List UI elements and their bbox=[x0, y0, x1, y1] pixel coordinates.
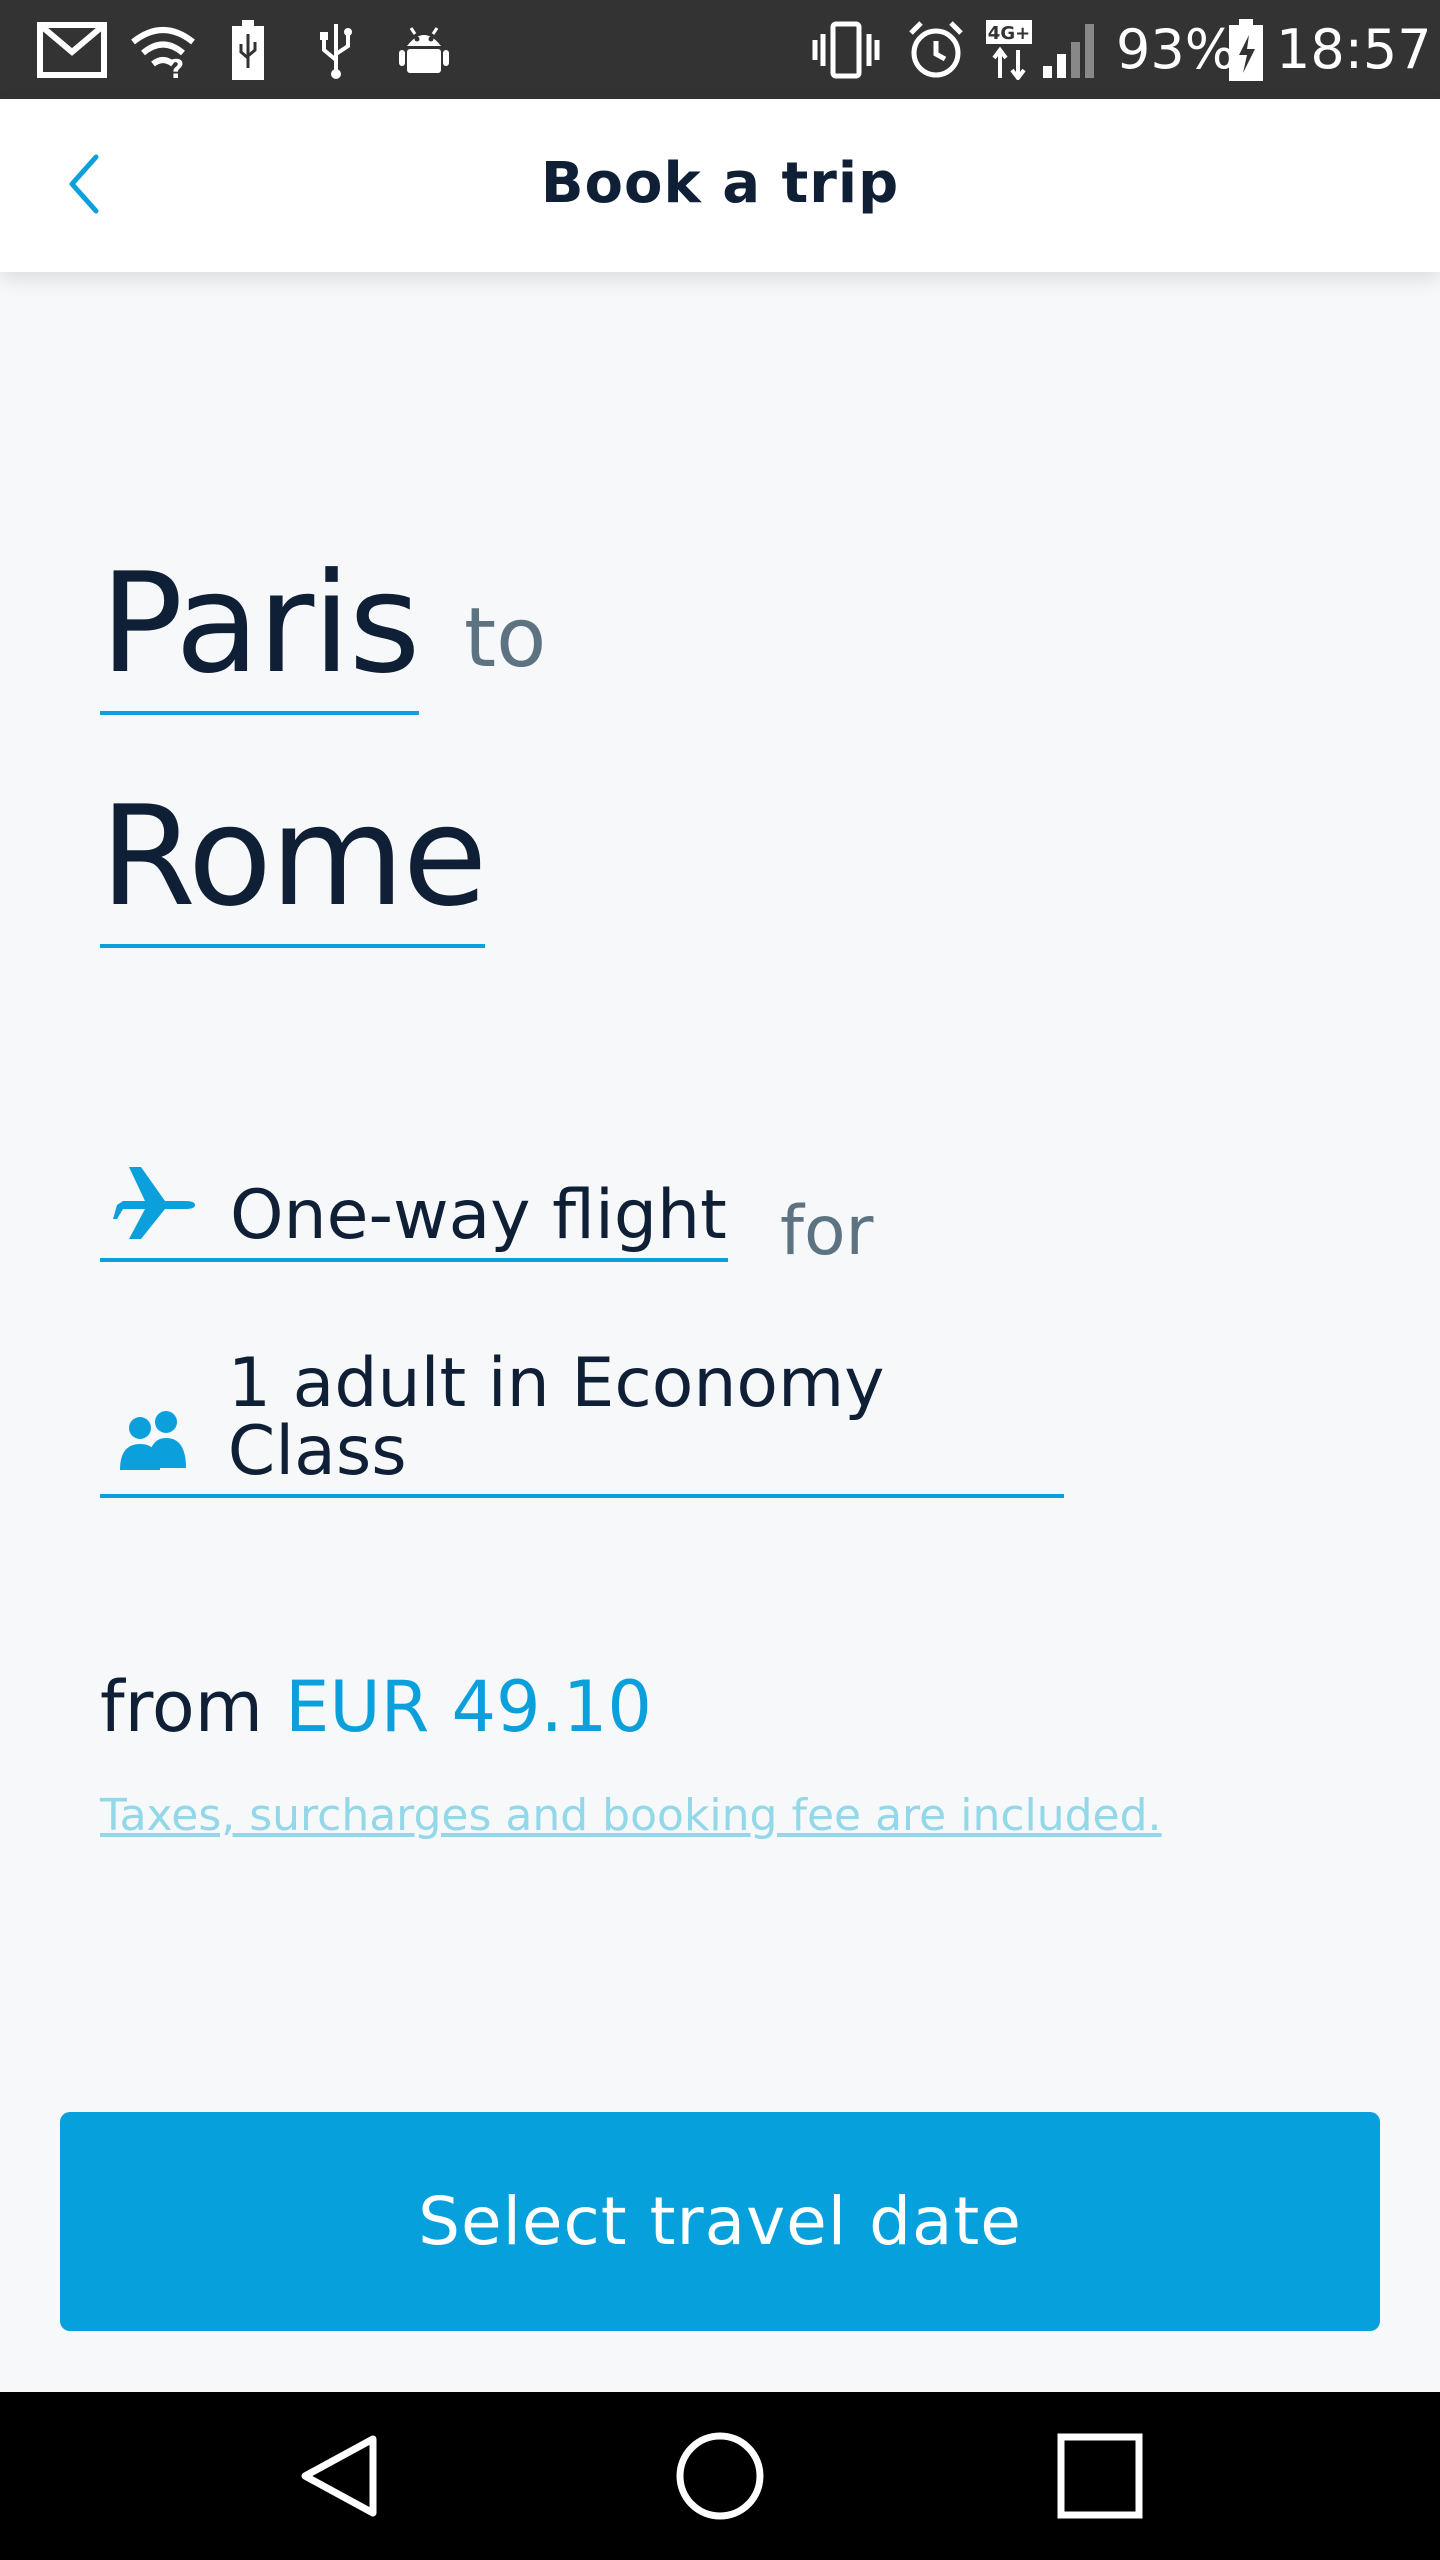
fee-info-link[interactable]: Taxes, surcharges and booking fee are in… bbox=[100, 1790, 1162, 1841]
vibrate-icon bbox=[808, 18, 884, 82]
usb-icon bbox=[316, 18, 356, 82]
android-icon bbox=[396, 18, 452, 82]
origin-city-field[interactable]: Paris bbox=[100, 555, 421, 715]
wifi-question-icon: ? bbox=[128, 18, 198, 82]
battery-charging-icon bbox=[1226, 18, 1266, 82]
flight-type-label: One-way flight bbox=[230, 1176, 727, 1255]
price-from-word: from bbox=[100, 1666, 263, 1748]
gmail-icon bbox=[36, 18, 108, 82]
app-bar: Book a trip bbox=[0, 99, 1440, 272]
destination-city-field[interactable]: Rome bbox=[100, 788, 487, 948]
network-4g-icon: 4G+ bbox=[986, 18, 1032, 82]
signal-icon bbox=[1040, 18, 1102, 82]
people-icon bbox=[110, 1396, 198, 1486]
clock-time: 18:57 bbox=[1276, 18, 1432, 81]
battery-percent: 93% bbox=[1116, 18, 1237, 81]
for-connector: for bbox=[780, 1192, 874, 1271]
to-connector: to bbox=[464, 591, 547, 686]
svg-text:?: ? bbox=[169, 55, 184, 78]
back-triangle-icon[interactable] bbox=[290, 2426, 390, 2526]
nav-bar bbox=[0, 2392, 1440, 2560]
passengers-label: 1 adult in Economy Class bbox=[227, 1344, 885, 1491]
airplane-icon bbox=[110, 1160, 200, 1250]
alarm-icon bbox=[904, 18, 968, 82]
flight-type-selector[interactable]: One-way flight bbox=[100, 1160, 728, 1262]
passengers-selector[interactable]: 1 adult in Economy Class bbox=[100, 1350, 1064, 1498]
home-circle-icon[interactable] bbox=[670, 2426, 770, 2526]
status-bar: ? 4G+ 93% 18:57 bbox=[0, 0, 1440, 99]
price-value: EUR 49.10 bbox=[285, 1666, 652, 1748]
page-title: Book a trip bbox=[540, 151, 900, 216]
svg-text:4G+: 4G+ bbox=[988, 23, 1030, 44]
battery-usb-icon bbox=[228, 18, 268, 82]
recents-square-icon[interactable] bbox=[1050, 2426, 1150, 2526]
price-line: from EUR 49.10 bbox=[100, 1672, 652, 1742]
select-travel-date-button[interactable]: Select travel date bbox=[60, 2112, 1380, 2331]
